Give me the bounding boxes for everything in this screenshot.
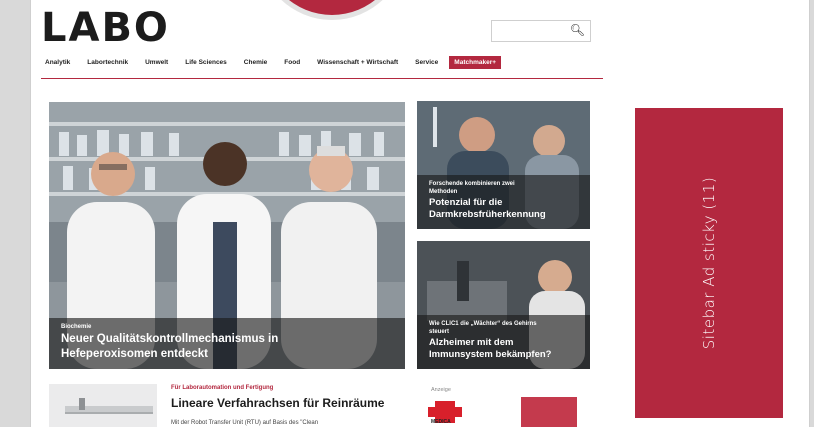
tile-2-kicker-line-2: steuert: [429, 329, 450, 336]
ad-image: [521, 397, 577, 427]
teaser-tile-darmkrebs[interactable]: Forschende kombinieren zwei Methoden Pot…: [417, 101, 590, 229]
article-title[interactable]: Lineare Verfahrachsen für Reinräume: [171, 396, 384, 410]
top-badge: [258, 0, 406, 20]
search-input[interactable]: 🔍︎: [491, 20, 591, 42]
nav-item-matchmaker[interactable]: Matchmaker+: [449, 55, 502, 69]
site-logo[interactable]: LABO: [41, 6, 170, 50]
nav-item-umwelt[interactable]: Umwelt: [145, 59, 168, 66]
nav-item-wissenschaft-wirtschaft[interactable]: Wissenschaft + Wirtschaft: [317, 59, 398, 66]
nav-divider: [41, 78, 603, 79]
hero-headline-line-1[interactable]: Neuer Qualitätskontrollmechanismus in: [61, 332, 393, 346]
nav-item-service[interactable]: Service: [415, 59, 438, 66]
tile-2-caption: Wie CLIC1 die „Wächter“ des Gehirns steu…: [417, 315, 590, 369]
nav-item-labortechnik[interactable]: Labortechnik: [87, 59, 128, 66]
medica-logo-bar: [428, 407, 462, 417]
nav-item-chemie[interactable]: Chemie: [244, 59, 267, 66]
search-icon[interactable]: 🔍︎: [570, 23, 585, 37]
hero-caption: Biochemie Neuer Qualitätskontrollmechani…: [49, 318, 405, 369]
ad-card[interactable]: Anzeige MEDICA: [417, 383, 590, 427]
nav-item-analytik[interactable]: Analytik: [45, 59, 70, 66]
nav-item-life-sciences[interactable]: Life Sciences: [185, 59, 227, 66]
sidebar-ad-label: Sitebar Ad sticky (11): [700, 176, 718, 350]
tile-1-kicker-line-2: Methoden: [429, 189, 458, 196]
tile-1-headline-line-2[interactable]: Darmkrebsfrüherkennung: [429, 209, 578, 221]
hero-teaser[interactable]: Biochemie Neuer Qualitätskontrollmechani…: [49, 102, 405, 369]
tile-2-headline-line-2[interactable]: Immunsystem bekämpfen?: [429, 349, 578, 361]
tile-1-headline-line-1[interactable]: Potenzial für die: [429, 197, 578, 209]
sidebar-ad[interactable]: Sitebar Ad sticky (11): [635, 108, 783, 418]
linear-axis-illustration: [49, 384, 157, 427]
hero-kicker: Biochemie: [61, 324, 92, 331]
main-nav: Analytik Labortechnik Umwelt Life Scienc…: [45, 54, 518, 70]
article-teaser: Mit der Robot Transfer Unit (RTU) auf Ba…: [171, 420, 319, 426]
tile-2-kicker-line-1: Wie CLIC1 die „Wächter“ des Gehirns: [429, 321, 537, 328]
ad-brand: MEDICA: [431, 419, 451, 425]
teaser-tile-alzheimer[interactable]: Wie CLIC1 die „Wächter“ des Gehirns steu…: [417, 241, 590, 369]
tile-1-kicker-line-1: Forschende kombinieren zwei: [429, 181, 515, 188]
article-image[interactable]: [49, 384, 157, 427]
article-kicker: Für Laborautomation und Fertigung: [171, 385, 274, 391]
hero-headline-line-2[interactable]: Hefeperoxisomen entdeckt: [61, 347, 393, 361]
ad-label: Anzeige: [431, 387, 451, 393]
tile-2-headline-line-1[interactable]: Alzheimer mit dem: [429, 337, 578, 349]
tile-1-caption: Forschende kombinieren zwei Methoden Pot…: [417, 175, 590, 229]
nav-item-food[interactable]: Food: [284, 59, 300, 66]
